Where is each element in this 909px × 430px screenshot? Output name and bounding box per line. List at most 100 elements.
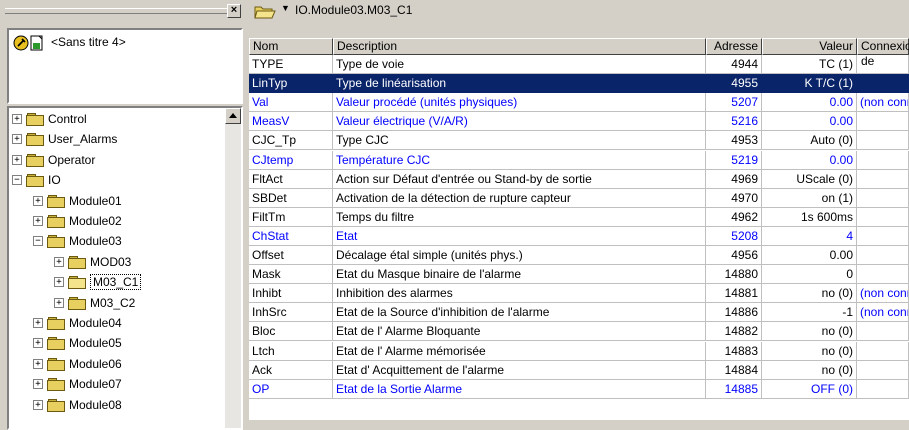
cell-adresse[interactable]: 5216	[706, 112, 762, 132]
cell-valeur[interactable]: no (0)	[762, 322, 857, 342]
expand-icon[interactable]: +	[33, 358, 43, 369]
header-connexion[interactable]: Connexion de	[857, 38, 909, 68]
expand-icon[interactable]: +	[12, 154, 22, 165]
cell-nom[interactable]: OP	[249, 379, 333, 399]
tree-item-label[interactable]: Module03	[69, 232, 122, 250]
header-adresse[interactable]: Adresse	[706, 38, 762, 55]
cell-description[interactable]: Action sur Défaut d'entrée ou Stand-by d…	[333, 169, 706, 189]
tree-item-label[interactable]: M03_C2	[90, 294, 135, 312]
cell-adresse[interactable]: 14886	[706, 303, 762, 323]
table-row[interactable]: MeasV Valeur électrique (V/A/R) 5216 0.00	[249, 112, 909, 132]
cell-connexion[interactable]: (non connecté)	[857, 284, 909, 304]
table-row[interactable]: Ltch Etat de l' Alarme mémorisée 14883 no (…	[249, 341, 909, 361]
cell-nom[interactable]: ChStat	[249, 226, 333, 246]
table-row[interactable]: Val Valeur procédé (unités physiques) 5207…	[249, 93, 909, 113]
tree-item-label[interactable]: Control	[48, 110, 87, 128]
tree-item[interactable]: + User_Alarms	[9, 130, 223, 148]
cell-valeur[interactable]: no (0)	[762, 360, 857, 380]
cell-nom[interactable]: CJC_Tp	[249, 131, 333, 151]
cell-adresse[interactable]: 14883	[706, 341, 762, 361]
cell-connexion[interactable]: (non connecté)	[857, 93, 909, 113]
expand-icon[interactable]: +	[33, 399, 43, 410]
cell-connexion[interactable]	[857, 169, 909, 189]
cell-nom[interactable]: FltAct	[249, 169, 333, 189]
cell-description[interactable]: Etat	[333, 226, 706, 246]
cell-connexion[interactable]	[857, 246, 909, 265]
cell-description[interactable]: Type de linéarisation	[333, 74, 706, 94]
cell-description[interactable]: Etat de l' Alarme Bloquante	[333, 322, 706, 342]
cell-description[interactable]: Valeur électrique (V/A/R)	[333, 112, 706, 132]
cell-valeur[interactable]: 1s 600ms	[762, 207, 857, 227]
cell-nom[interactable]: Val	[249, 93, 333, 113]
cell-valeur[interactable]: TC (1)	[762, 55, 857, 74]
cell-nom[interactable]: MeasV	[249, 112, 333, 132]
cell-adresse[interactable]: 14885	[706, 379, 762, 399]
table-row[interactable]: OP Etat de la Sortie Alarme 14885 OFF (0)	[249, 379, 909, 399]
tree-item-label[interactable]: Module07	[69, 375, 122, 393]
cell-valeur[interactable]: 4	[762, 226, 857, 246]
cell-connexion[interactable]	[857, 322, 909, 342]
tree-item[interactable]: + Module07	[9, 375, 223, 393]
table-row[interactable]: TYPE Type de voie 4944 TC (1)	[249, 55, 909, 74]
cell-connexion[interactable]: (non connecté)	[857, 303, 909, 323]
cell-connexion[interactable]	[857, 265, 909, 285]
cell-connexion[interactable]	[857, 150, 909, 170]
cell-valeur[interactable]: 0.00	[762, 150, 857, 170]
cell-adresse[interactable]: 14881	[706, 284, 762, 304]
table-row[interactable]: Ack Etat d' Acquittement de l'alarme 14884…	[249, 360, 909, 380]
cell-adresse[interactable]: 4962	[706, 207, 762, 227]
cell-nom[interactable]: LinTyp	[249, 74, 333, 94]
cell-adresse[interactable]: 4969	[706, 169, 762, 189]
tree-item[interactable]: + Module04	[9, 314, 223, 332]
table-row[interactable]: CJtemp Température CJC 5219 0.00	[249, 150, 909, 170]
cell-description[interactable]: Etat de la Sortie Alarme	[333, 379, 706, 399]
tree-item[interactable]: + Module08	[9, 396, 223, 414]
cell-description[interactable]: Type de voie	[333, 55, 706, 74]
cell-valeur[interactable]: OFF (0)	[762, 379, 857, 399]
expand-icon[interactable]: +	[33, 379, 43, 390]
table-row[interactable]: Mask Etat du Masque binaire de l'alarme 14…	[249, 265, 909, 285]
table-row[interactable]: Inhibt Inhibition des alarmes 14881 no (0)(…	[249, 284, 909, 304]
cell-connexion[interactable]	[857, 131, 909, 151]
scroll-up-icon[interactable]	[225, 108, 241, 124]
cell-nom[interactable]: FiltTm	[249, 207, 333, 227]
header-nom[interactable]: Nom	[249, 38, 333, 55]
cell-nom[interactable]: InhSrc	[249, 303, 333, 323]
drag-grip[interactable]	[5, 8, 227, 14]
tree-item[interactable]: + M03_C1	[9, 273, 223, 291]
cell-nom[interactable]: CJtemp	[249, 150, 333, 170]
cell-description[interactable]: Activation de la détection de rupture ca…	[333, 188, 706, 208]
table-row[interactable]: FltAct Action sur Défaut d'entrée ou Stan…	[249, 169, 909, 189]
table-row[interactable]: SBDet Activation de la détection de ruptu…	[249, 188, 909, 208]
tree-item-label[interactable]: M03_C1	[90, 274, 142, 291]
cell-description[interactable]: Etat d' Acquittement de l'alarme	[333, 360, 706, 380]
tree-item-label[interactable]: Module05	[69, 334, 122, 352]
tree-view[interactable]: + Control + User_Alarms + Operator − IO + Module0…	[7, 106, 243, 430]
cell-valeur[interactable]: 0.00	[762, 246, 857, 265]
tree-item[interactable]: + Operator	[9, 151, 223, 169]
table-row[interactable]: LinTyp Type de linéarisation 4955 K T/C (1)	[249, 74, 909, 94]
cell-valeur[interactable]: K T/C (1)	[762, 74, 857, 94]
tree-item[interactable]: − Module03	[9, 232, 223, 250]
header-description[interactable]: Description	[333, 38, 706, 55]
cell-adresse[interactable]: 5208	[706, 226, 762, 246]
cell-valeur[interactable]: 0.00	[762, 112, 857, 132]
cell-description[interactable]: Décalage étal simple (unités phys.)	[333, 246, 706, 265]
expand-icon[interactable]: +	[33, 216, 43, 226]
cell-adresse[interactable]: 5219	[706, 150, 762, 170]
cell-description[interactable]: Inhibition des alarmes	[333, 284, 706, 304]
close-icon[interactable]: ×	[227, 4, 241, 18]
folder-icon[interactable]	[254, 5, 276, 22]
table-row[interactable]: InhSrc Etat de la Source d'inhibition de …	[249, 303, 909, 323]
project-icon[interactable]	[13, 34, 49, 55]
cell-valeur[interactable]: Auto (0)	[762, 131, 857, 151]
tree-item-label[interactable]: MOD03	[90, 253, 131, 271]
tree-item-label[interactable]: Module02	[69, 212, 122, 230]
tree-item-label[interactable]: IO	[48, 171, 61, 189]
cell-valeur[interactable]: no (0)	[762, 341, 857, 361]
tree-item-label[interactable]: Module01	[69, 192, 122, 210]
tree-item[interactable]: + Module05	[9, 334, 223, 352]
collapse-icon[interactable]: −	[33, 236, 43, 247]
expand-icon[interactable]: +	[33, 318, 43, 328]
cell-description[interactable]: Température CJC	[333, 150, 706, 170]
